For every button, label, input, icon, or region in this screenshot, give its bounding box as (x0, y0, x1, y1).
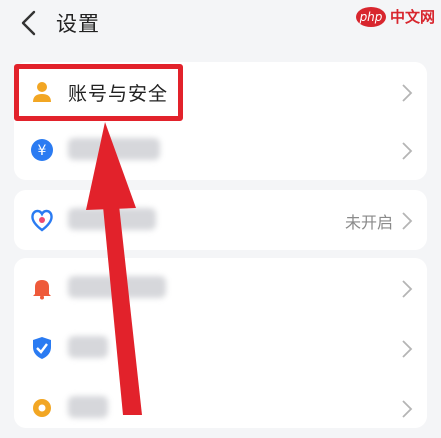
currency-icon: ¥ (31, 139, 53, 161)
gear-icon (33, 399, 51, 417)
svg-text:¥: ¥ (38, 143, 47, 159)
status-text: 未开启 (344, 213, 393, 232)
chevron-left-icon (21, 10, 36, 36)
settings-row-care[interactable]: 未开启 (14, 190, 427, 250)
page-title: 设置 (56, 12, 100, 36)
chevron-right-icon (402, 142, 413, 160)
settings-row-privacy[interactable] (14, 318, 427, 378)
watermark: php 中文网 (355, 6, 435, 27)
shield-check-icon (33, 337, 51, 359)
watermark-text: 中文网 (389, 8, 435, 26)
chevron-right-icon (402, 84, 413, 102)
back-button[interactable] (14, 6, 44, 40)
settings-row-notifications[interactable] (14, 258, 427, 318)
settings-card-care: 未开启 (14, 190, 427, 250)
chevron-right-icon (402, 400, 413, 418)
heart-shield-icon (31, 209, 53, 232)
chevron-right-icon (402, 212, 413, 230)
chevron-right-icon (402, 340, 413, 358)
blurred-label (68, 336, 108, 358)
chevron-right-icon (402, 280, 413, 298)
highlight-box (14, 64, 183, 121)
bell-icon (33, 280, 51, 300)
settings-row-wallet[interactable]: ¥ (14, 120, 427, 180)
settings-card-general (14, 258, 427, 428)
settings-row-general[interactable] (14, 378, 427, 438)
watermark-logo: php (355, 6, 386, 27)
top-bar: 设置 php 中文网 (0, 0, 441, 48)
blurred-label (68, 208, 156, 230)
blurred-label (68, 276, 166, 298)
blurred-label (68, 138, 160, 160)
